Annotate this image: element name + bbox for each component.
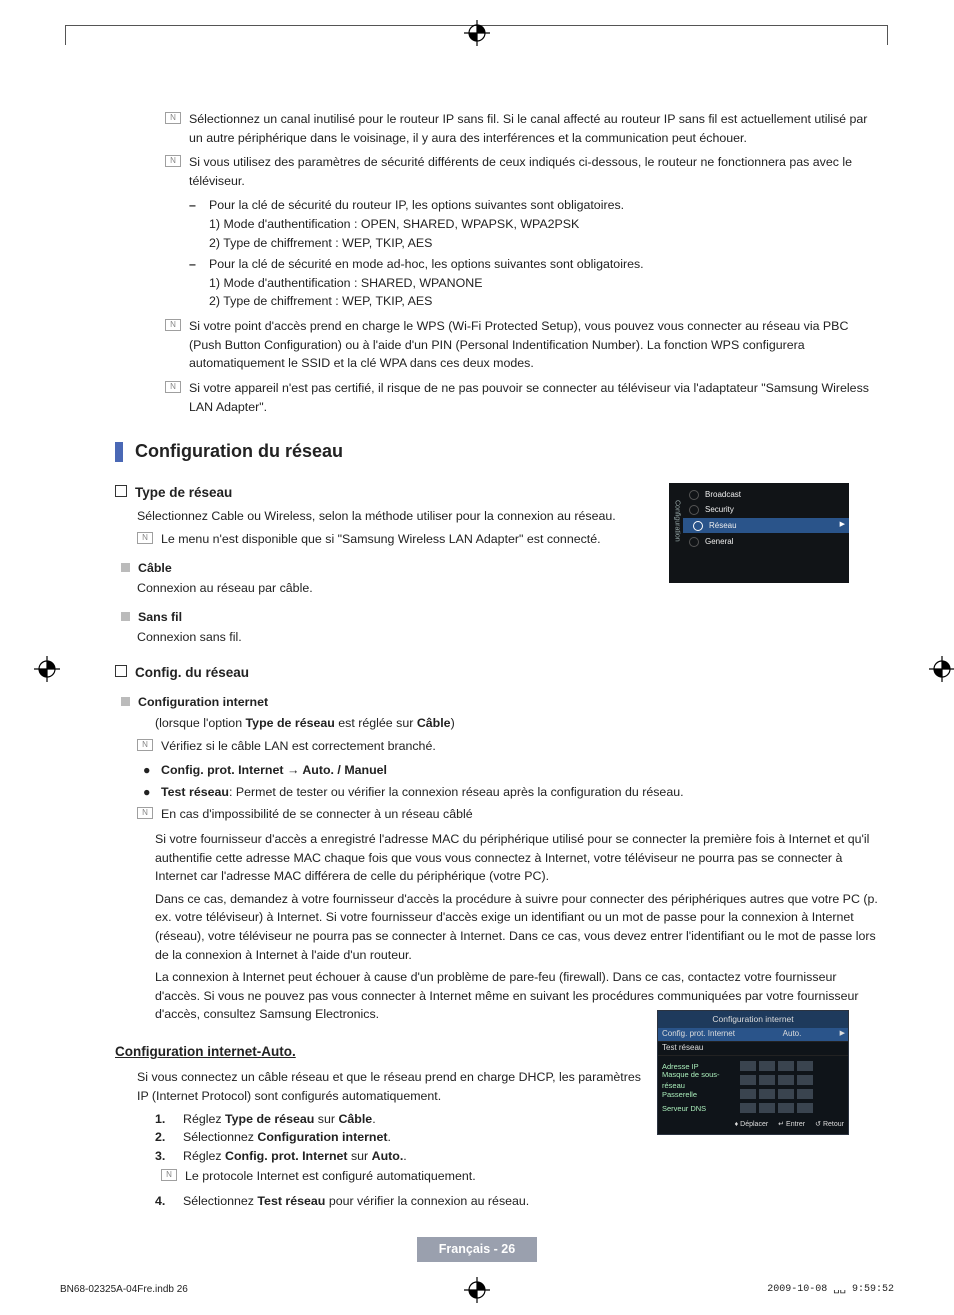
body-text: En cas d'impossibilité de se connecter à… [161, 805, 884, 824]
section-heading: Configuration du réseau [115, 438, 884, 465]
sub-text: 2) Type de chiffrement : WEP, TKIP, AES [165, 292, 884, 311]
note-icon: N [137, 532, 153, 544]
panel-title: Configuration internet [658, 1011, 848, 1028]
body-text: Réglez Type de réseau sur Câble. [183, 1110, 376, 1129]
sidebar-label: Configuration [671, 500, 682, 542]
menu-icon [689, 490, 699, 500]
sub-text: 1) Mode d'authentification : SHARED, WPA… [165, 274, 884, 293]
note-icon: N [165, 112, 181, 124]
bullet-icon [121, 697, 130, 706]
body-text: (lorsque l'option Type de réseau est rég… [115, 714, 884, 733]
step-number: 1. [155, 1110, 173, 1129]
note-text: Vérifiez si le câble LAN est correctemen… [161, 737, 884, 756]
sub-text: Pour la clé de sécurité en mode ad-hoc, … [209, 255, 644, 274]
note-icon: N [137, 807, 153, 819]
note-icon: N [137, 739, 153, 751]
note-icon: N [165, 155, 181, 167]
menu-item: Security [705, 504, 734, 516]
section-title: Configuration du réseau [135, 438, 343, 465]
registration-mark-icon [32, 654, 62, 684]
subheading: Sans fil [138, 608, 182, 627]
registration-mark-icon [462, 1275, 492, 1305]
sub-text: 1) Mode d'authentification : OPEN, SHARE… [165, 215, 884, 234]
page-number: Français - 26 [417, 1237, 537, 1262]
crop-guide [65, 25, 66, 45]
body-text: Si vous connectez un câble réseau et que… [115, 1068, 645, 1105]
bullet-icon: ● [143, 761, 153, 780]
config-screenshot: Configuration internet Config. prot. Int… [657, 1010, 849, 1135]
page-footer: Français - 26 [0, 1237, 954, 1262]
footer-action: Entrer [778, 1120, 805, 1131]
subheading: Config. du réseau [135, 663, 249, 683]
step-number: 3. [155, 1147, 173, 1166]
sub-text: 2) Type de chiffrement : WEP, TKIP, AES [165, 234, 884, 253]
body-text: Config. prot. Internet → Auto. / Manuel [161, 761, 387, 780]
row-label: Serveur DNS [662, 1103, 740, 1114]
bullet-icon [121, 612, 130, 621]
body-text: Sélectionnez Test réseau pour vérifier l… [183, 1192, 529, 1211]
menu-icon [693, 521, 703, 531]
bullet-icon [121, 563, 130, 572]
note-text: Si votre point d'accès prend en charge l… [189, 317, 884, 373]
row-label: Passerelle [662, 1089, 740, 1100]
body-text: Test réseau: Permet de tester ou vérifie… [161, 783, 684, 802]
print-timestamp: 2009-10-08 ␣␣ 9:59:52 [767, 1282, 894, 1297]
square-icon [115, 665, 127, 677]
body-text: Sélectionnez Configuration internet. [183, 1128, 391, 1147]
dash-icon: – [189, 196, 199, 215]
subheading: Câble [138, 559, 172, 578]
subheading: Type de réseau [135, 483, 232, 503]
menu-item: Broadcast [705, 489, 741, 501]
row-label: Config. prot. Internet [662, 1028, 740, 1040]
body-text: Connexion sans fil. [115, 628, 884, 647]
menu-icon [689, 537, 699, 547]
print-filename: BN68-02325A-04Fre.indb 26 [60, 1282, 188, 1297]
subheading: Configuration internet [138, 693, 268, 712]
body-text: Dans ce cas, demandez à votre fournisseu… [115, 890, 884, 964]
crop-guide [887, 25, 888, 45]
step-number: 4. [155, 1192, 173, 1211]
row-value: Auto. [740, 1028, 844, 1040]
registration-mark-icon [462, 18, 492, 48]
square-icon [115, 485, 127, 497]
manual-page: N Sélectionnez un canal inutilisé pour l… [0, 0, 954, 1315]
row-label: Test réseau [662, 1042, 740, 1054]
note-icon: N [161, 1169, 177, 1181]
body-text: Si votre fournisseur d'accès a enregistr… [115, 830, 884, 886]
note-text: Si vous utilisez des paramètres de sécur… [189, 153, 884, 190]
menu-item-selected: Réseau [709, 520, 737, 532]
note-icon: N [165, 381, 181, 393]
menu-screenshot: Configuration Broadcast Security Réseau … [669, 483, 849, 583]
sub-text: Pour la clé de sécurité du routeur IP, l… [209, 196, 624, 215]
bullet-icon: ● [143, 783, 153, 802]
footer-action: Retour [815, 1120, 844, 1131]
body-text: Réglez Config. prot. Internet sur Auto.. [183, 1147, 407, 1166]
top-note-block: N Sélectionnez un canal inutilisé pour l… [115, 110, 884, 416]
step-number: 2. [155, 1128, 173, 1147]
dash-icon: – [189, 255, 199, 274]
note-icon: N [165, 319, 181, 331]
section-marker-icon [115, 442, 123, 462]
menu-icon [689, 505, 699, 515]
note-text: Sélectionnez un canal inutilisé pour le … [189, 110, 884, 147]
menu-item: General [705, 536, 733, 548]
note-text: Le protocole Internet est configuré auto… [185, 1167, 884, 1186]
footer-action: Déplacer [735, 1120, 769, 1131]
registration-mark-icon [927, 654, 954, 684]
note-text: Si votre appareil n'est pas certifié, il… [189, 379, 884, 416]
